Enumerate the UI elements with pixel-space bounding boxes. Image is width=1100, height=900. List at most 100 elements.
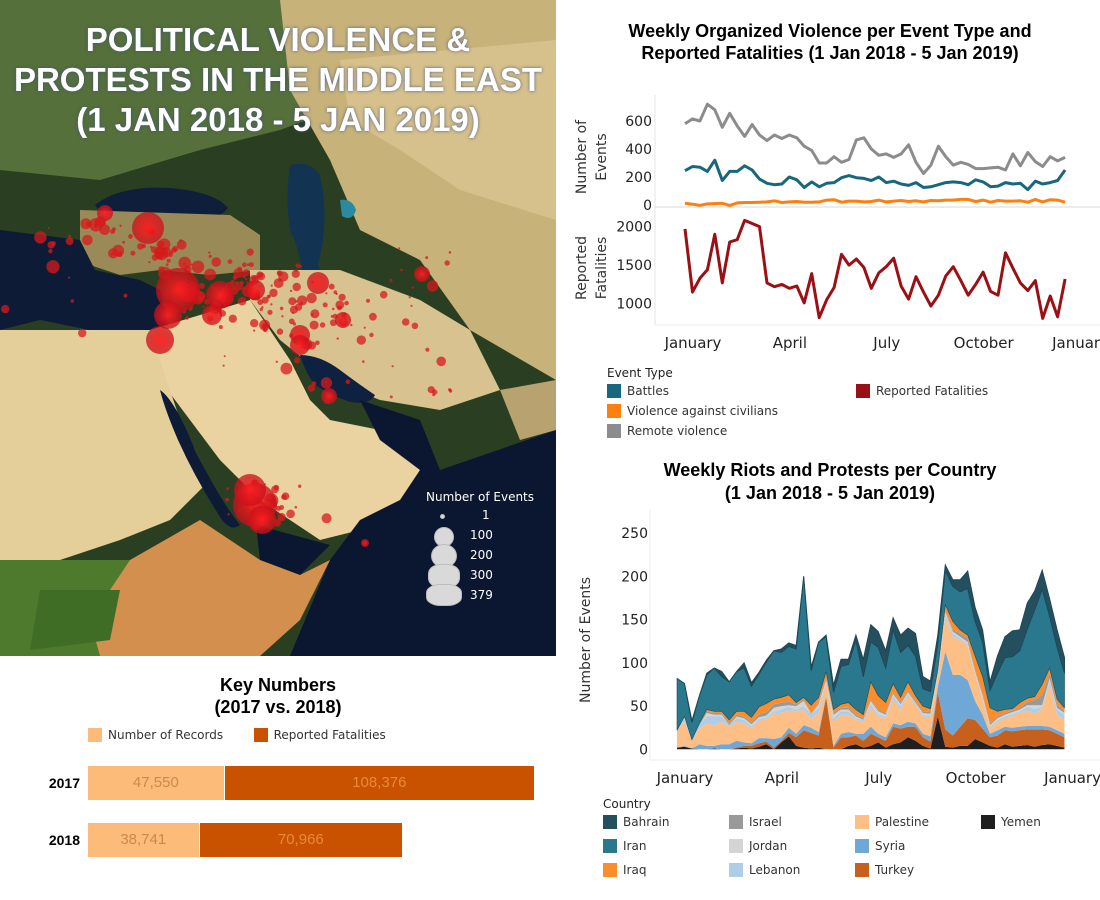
event-marker[interactable] — [325, 292, 328, 295]
event-marker[interactable] — [290, 335, 310, 355]
event-marker[interactable] — [293, 357, 301, 364]
legend-item-iran[interactable]: Iran — [603, 837, 729, 855]
event-marker[interactable] — [204, 268, 217, 281]
event-marker[interactable] — [242, 269, 250, 277]
event-marker[interactable] — [211, 257, 221, 267]
event-marker[interactable] — [414, 266, 430, 282]
event-marker[interactable] — [218, 325, 223, 329]
event-marker[interactable] — [270, 303, 273, 306]
event-marker[interactable] — [248, 506, 276, 534]
legend-item-records[interactable]: Number of Records — [88, 726, 223, 744]
event-marker[interactable] — [273, 484, 279, 491]
event-marker[interactable] — [132, 212, 164, 244]
event-marker[interactable] — [233, 268, 244, 278]
event-marker[interactable] — [202, 295, 206, 299]
event-marker[interactable] — [185, 316, 189, 320]
event-marker[interactable] — [277, 271, 281, 275]
event-marker[interactable] — [225, 498, 229, 502]
bar-records-2018[interactable]: 38,741 — [88, 823, 199, 857]
event-marker[interactable] — [80, 218, 92, 230]
bar-row-2017[interactable]: 2017 47,550 108,376 — [0, 766, 556, 800]
event-marker[interactable] — [410, 304, 413, 307]
event-marker[interactable] — [208, 251, 211, 254]
event-marker[interactable] — [165, 263, 169, 267]
event-marker[interactable] — [259, 307, 263, 312]
event-marker[interactable] — [245, 280, 265, 300]
event-marker[interactable] — [226, 487, 229, 490]
event-marker[interactable] — [1, 304, 10, 314]
event-marker[interactable] — [361, 539, 369, 547]
legend-item-bahrain[interactable]: Bahrain — [603, 813, 729, 831]
protests-chart[interactable]: Number of Events 0 50 100 150 200 250 January… — [560, 510, 1100, 790]
event-marker[interactable] — [294, 269, 298, 273]
event-marker[interactable] — [68, 276, 71, 279]
event-marker[interactable] — [350, 323, 353, 327]
event-marker[interactable] — [281, 492, 290, 501]
legend-item-lebanon[interactable]: Lebanon — [729, 861, 855, 879]
event-marker[interactable] — [253, 329, 256, 332]
event-marker[interactable] — [261, 322, 269, 330]
event-marker[interactable] — [237, 296, 247, 306]
event-marker[interactable] — [369, 332, 374, 338]
event-marker[interactable] — [391, 365, 394, 368]
event-marker[interactable] — [444, 260, 450, 266]
event-marker[interactable] — [68, 234, 71, 238]
event-marker[interactable] — [257, 299, 264, 305]
legend-item-palestine[interactable]: Palestine — [855, 813, 981, 831]
event-marker[interactable] — [48, 249, 53, 254]
event-marker[interactable] — [161, 247, 172, 258]
event-marker[interactable] — [183, 262, 186, 266]
legend-item-remote-violence[interactable]: Remote violence — [607, 422, 1027, 442]
series-line-reported-fatalities[interactable] — [683, 218, 1067, 320]
event-marker[interactable] — [202, 305, 205, 308]
event-marker[interactable] — [267, 309, 273, 315]
event-marker[interactable] — [436, 356, 447, 367]
event-marker[interactable] — [234, 281, 239, 285]
event-marker[interactable] — [172, 245, 179, 252]
event-marker[interactable] — [322, 302, 328, 308]
event-marker[interactable] — [51, 241, 56, 246]
event-marker[interactable] — [48, 227, 50, 229]
event-marker[interactable] — [286, 509, 295, 519]
event-marker[interactable] — [335, 292, 338, 296]
event-marker[interactable] — [276, 328, 284, 335]
event-marker[interactable] — [82, 234, 93, 246]
event-marker[interactable] — [239, 280, 244, 285]
event-marker[interactable] — [148, 261, 151, 264]
event-marker[interactable] — [389, 395, 393, 399]
event-marker[interactable] — [389, 278, 393, 282]
event-marker[interactable] — [158, 252, 163, 258]
series-line-remote-violence[interactable] — [684, 102, 1066, 175]
event-marker[interactable] — [345, 379, 351, 385]
event-marker[interactable] — [233, 276, 236, 280]
series-line-violence-against-civilians[interactable] — [684, 197, 1066, 207]
event-marker[interactable] — [400, 268, 403, 272]
legend-item-violence-against-civilians[interactable]: Violence against civilians — [607, 402, 1027, 422]
event-marker[interactable] — [411, 286, 414, 289]
event-marker[interactable] — [227, 513, 230, 516]
legend-item-reported-fatalities[interactable]: Reported Fatalities — [856, 382, 988, 400]
legend-item-syria[interactable]: Syria — [855, 837, 981, 855]
event-marker[interactable] — [298, 484, 302, 488]
event-marker[interactable] — [365, 298, 371, 303]
event-marker[interactable] — [294, 505, 298, 509]
event-marker[interactable] — [425, 347, 430, 352]
event-marker[interactable] — [97, 205, 113, 221]
event-marker[interactable] — [344, 300, 349, 306]
event-marker[interactable] — [289, 305, 298, 314]
event-marker[interactable] — [307, 272, 329, 294]
event-marker[interactable] — [279, 306, 284, 311]
event-marker[interactable] — [427, 386, 435, 394]
event-marker[interactable] — [295, 300, 298, 303]
event-marker[interactable] — [46, 260, 60, 274]
event-marker[interactable] — [321, 388, 337, 404]
bar-fatalities-2017[interactable]: 108,376 — [223, 766, 534, 800]
event-marker[interactable] — [141, 243, 146, 249]
event-marker[interactable] — [190, 263, 193, 266]
event-marker[interactable] — [362, 360, 365, 363]
event-marker[interactable] — [408, 296, 411, 299]
event-marker[interactable] — [242, 262, 247, 268]
event-marker[interactable] — [93, 224, 98, 229]
event-marker[interactable] — [34, 231, 47, 244]
event-marker[interactable] — [78, 328, 87, 338]
